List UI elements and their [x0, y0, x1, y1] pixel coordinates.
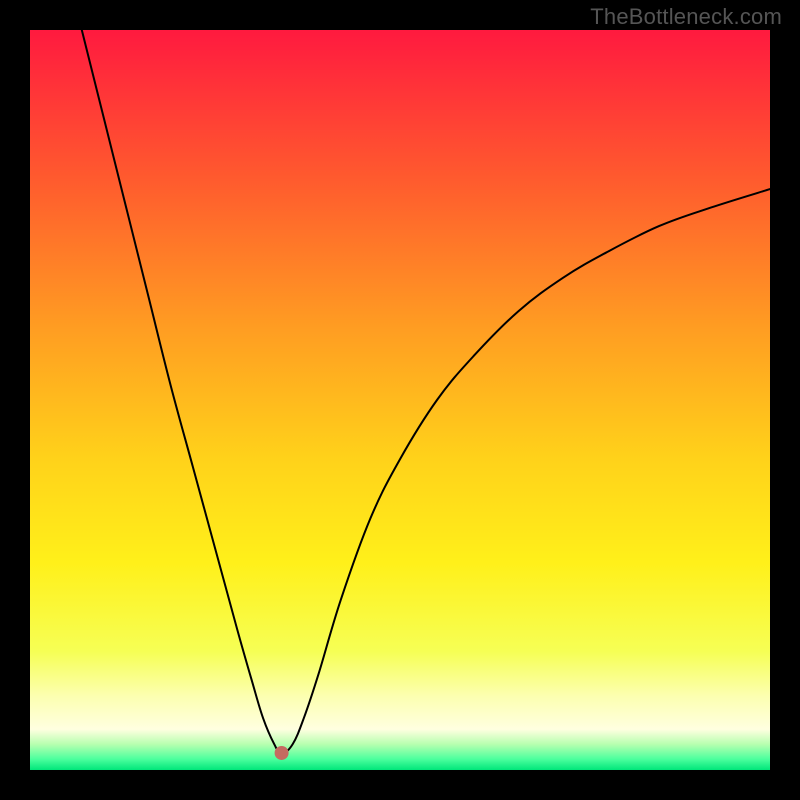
chart-frame: TheBottleneck.com [0, 0, 800, 800]
minimum-marker [275, 746, 289, 760]
gradient-background [30, 30, 770, 770]
watermark-text: TheBottleneck.com [590, 4, 782, 30]
plot-area [30, 30, 770, 770]
chart-svg [30, 30, 770, 770]
